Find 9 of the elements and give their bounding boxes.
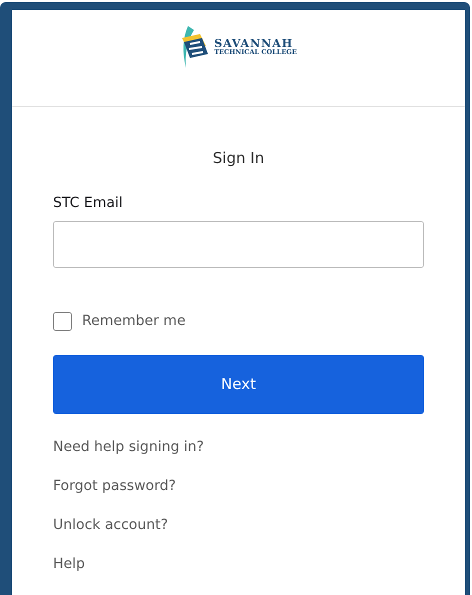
help-link[interactable]: Forgot password? bbox=[53, 474, 176, 496]
help-link[interactable]: Need help signing in? bbox=[53, 436, 204, 458]
next-button[interactable]: Next bbox=[53, 354, 424, 414]
help-link[interactable]: Unlock account? bbox=[53, 514, 168, 536]
remember-label: Remember me bbox=[82, 312, 186, 330]
help-link[interactable]: Help bbox=[53, 552, 85, 574]
email-label: STC Email bbox=[53, 194, 123, 210]
sign-in-heading: Sign In bbox=[212, 148, 264, 169]
logo-name: SAVANNAH bbox=[214, 38, 294, 50]
